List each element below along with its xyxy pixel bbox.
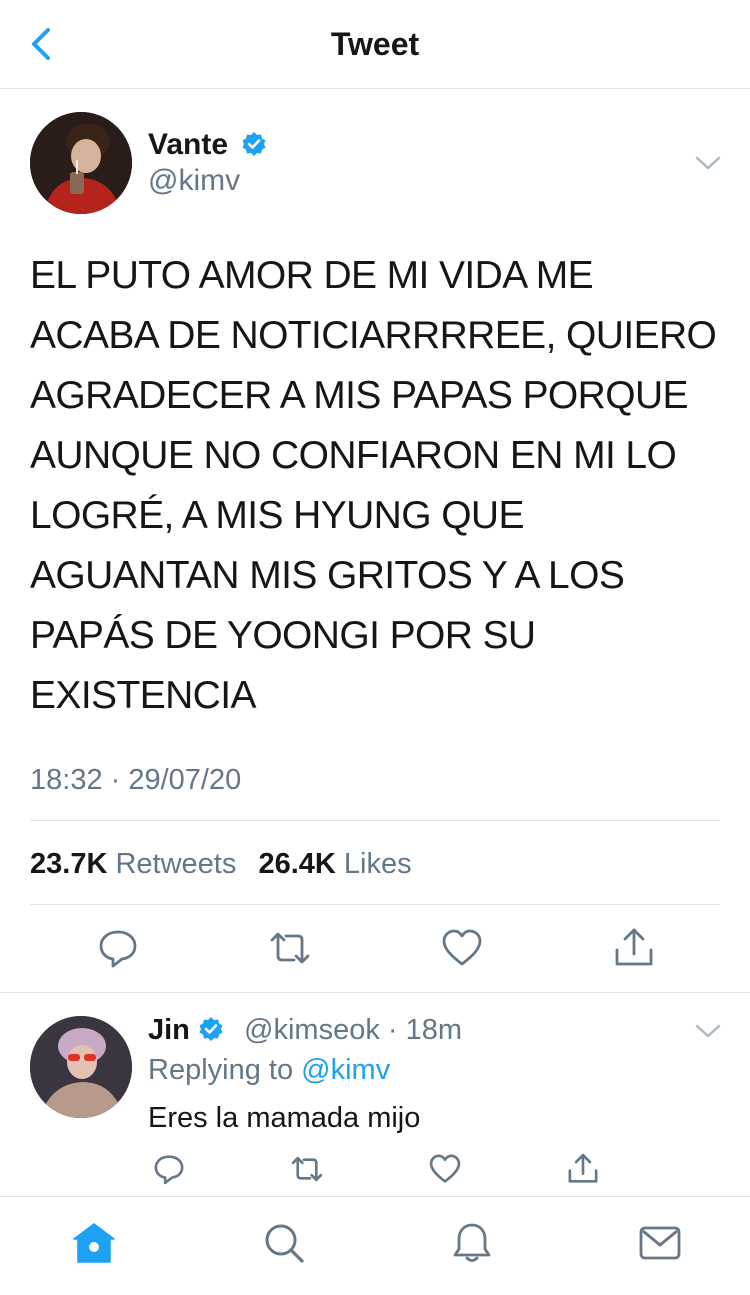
author-name[interactable]: Vante bbox=[148, 128, 228, 161]
verified-icon bbox=[199, 1017, 223, 1041]
reply-button[interactable] bbox=[96, 926, 140, 970]
author-name-row: Vante bbox=[148, 128, 267, 162]
reply-reply-button[interactable] bbox=[152, 1152, 186, 1186]
reply-time: · 18m bbox=[387, 1014, 463, 1046]
like-icon bbox=[442, 929, 482, 966]
chevron-down-icon bbox=[695, 156, 721, 170]
tweet-timestamp: 18:32 · 29/07/20 bbox=[30, 764, 242, 796]
likes-stat[interactable]: 26.4K Likes bbox=[258, 848, 411, 880]
reply-retweet-button[interactable] bbox=[290, 1152, 324, 1186]
reply-text: Eres la mamada mijo bbox=[148, 1102, 421, 1134]
like-button[interactable] bbox=[440, 926, 484, 970]
retweets-label: Retweets bbox=[115, 848, 237, 880]
tweet-text: EL PUTO AMOR DE MI VIDA ME ACABA DE NOTI… bbox=[30, 254, 717, 717]
retweet-icon bbox=[270, 932, 310, 964]
reply-header: Jin @kimseok · 18m bbox=[148, 1012, 462, 1048]
divider bbox=[30, 904, 720, 905]
bottom-tab-bar bbox=[0, 1196, 750, 1295]
reply-like-button[interactable] bbox=[428, 1152, 462, 1186]
verified-icon bbox=[242, 132, 265, 156]
divider bbox=[30, 820, 720, 821]
home-icon bbox=[73, 1223, 115, 1263]
page-title: Tweet bbox=[330, 26, 420, 62]
avatar-photo bbox=[30, 1016, 132, 1118]
notifications-icon bbox=[453, 1223, 491, 1262]
reply-options-button[interactable] bbox=[694, 1022, 722, 1040]
tab-notifications[interactable] bbox=[450, 1221, 494, 1265]
chevron-down-icon bbox=[695, 1024, 721, 1038]
like-icon bbox=[429, 1154, 461, 1183]
reply-icon bbox=[99, 930, 137, 968]
reply-author-avatar[interactable] bbox=[30, 1016, 132, 1118]
reply-icon bbox=[154, 1155, 184, 1185]
search-icon bbox=[265, 1224, 304, 1263]
replying-to: Replying to @kimv bbox=[148, 1052, 390, 1088]
likes-label: Likes bbox=[343, 848, 412, 880]
author-handle[interactable]: @kimv bbox=[148, 164, 240, 198]
retweets-stat[interactable]: 23.7K Retweets bbox=[30, 848, 244, 880]
share-icon bbox=[615, 928, 653, 966]
replying-to-handle[interactable]: @kimv bbox=[301, 1054, 390, 1086]
reply-share-button[interactable] bbox=[566, 1152, 600, 1186]
likes-count: 26.4K bbox=[258, 848, 336, 880]
reply-author-handle[interactable]: @kimseok bbox=[244, 1014, 380, 1046]
divider bbox=[0, 992, 750, 993]
avatar-photo bbox=[30, 112, 132, 214]
reply-author-name[interactable]: Jin bbox=[148, 1014, 190, 1046]
tab-search[interactable] bbox=[262, 1221, 306, 1265]
retweet-icon bbox=[291, 1156, 323, 1182]
replying-to-label: Replying to bbox=[148, 1054, 294, 1086]
messages-icon bbox=[639, 1226, 681, 1260]
share-icon bbox=[568, 1153, 598, 1183]
author-avatar[interactable] bbox=[30, 112, 132, 214]
retweet-button[interactable] bbox=[268, 926, 312, 970]
top-bar: Tweet bbox=[0, 0, 750, 89]
tweet-options-button[interactable] bbox=[694, 154, 722, 172]
tweet-stats: 23.7K Retweets 26.4K Likes bbox=[30, 844, 412, 884]
retweets-count: 23.7K bbox=[30, 848, 108, 880]
share-button[interactable] bbox=[612, 926, 656, 970]
tab-messages[interactable] bbox=[638, 1221, 682, 1265]
tab-home[interactable] bbox=[72, 1221, 116, 1265]
